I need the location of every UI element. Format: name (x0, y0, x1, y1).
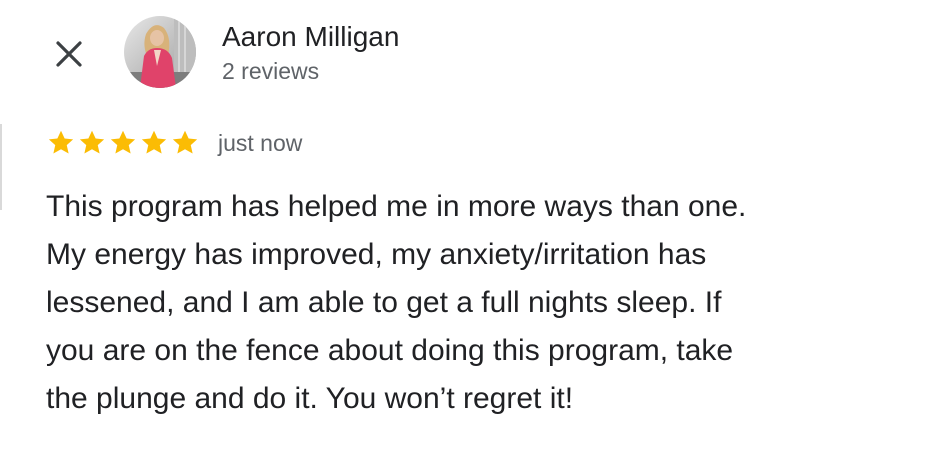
review-text-line: My energy has improved, my anxiety/irrit… (46, 238, 707, 271)
star-icon (139, 128, 169, 158)
star-icon (77, 128, 107, 158)
close-button[interactable] (50, 35, 88, 73)
review-card: Aaron Milligan 2 reviews just now This p… (0, 0, 946, 452)
star-rating (46, 128, 201, 158)
review-count: 2 reviews (222, 58, 320, 84)
star-icon (170, 128, 200, 158)
profile-photo (124, 16, 196, 88)
review-timestamp: just now (218, 129, 303, 156)
review-text-line: the plunge and do it. You won’t regret i… (46, 382, 574, 415)
review-text-line: This program has helped me in more ways … (46, 190, 747, 223)
review-text: This program has helped me in more ways … (46, 183, 926, 423)
star-icon (108, 128, 138, 158)
star-icon (46, 128, 76, 158)
rating-row: just now (46, 126, 302, 160)
review-text-line: lessened, and I am able to get a full ni… (46, 286, 722, 319)
edge-divider (0, 124, 2, 210)
review-text-line: you are on the fence about doing this pr… (46, 334, 734, 367)
author-name[interactable]: Aaron Milligan (222, 20, 399, 54)
avatar[interactable] (124, 16, 196, 88)
close-icon (56, 41, 82, 67)
